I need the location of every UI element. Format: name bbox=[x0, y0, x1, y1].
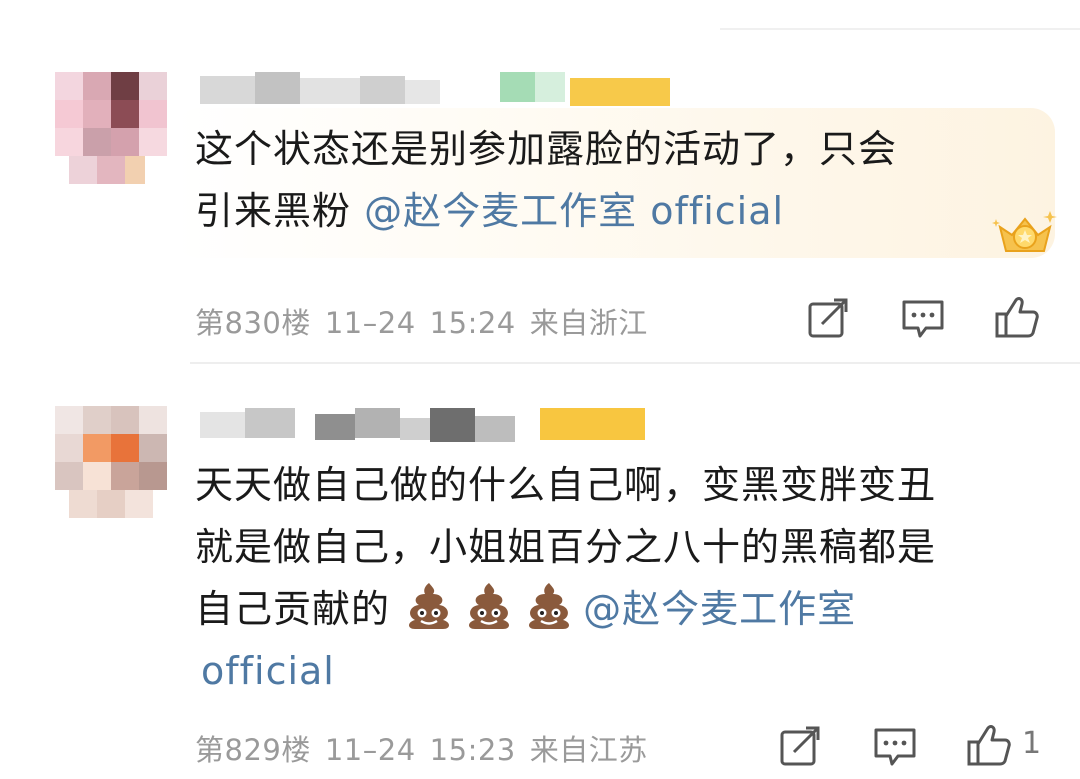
comment-date: 11–24 bbox=[324, 306, 416, 340]
avatar[interactable] bbox=[55, 406, 167, 518]
comment-text-line: 引来黑粉 bbox=[195, 189, 352, 233]
share-icon[interactable] bbox=[778, 724, 824, 770]
comment-text: 天天做自己做的什么自己啊，变黑变胖变丑 就是做自己，小姐姐百分之八十的黑稿都是 … bbox=[195, 454, 936, 702]
comment-text-line: 自己贡献的 bbox=[195, 587, 391, 631]
like-icon[interactable] bbox=[966, 722, 1012, 768]
comment-item: 这个状态还是别参加露脸的活动了，只会 引来黑粉 @赵今麦工作室 official… bbox=[0, 0, 1080, 362]
poop-emoji bbox=[409, 583, 450, 629]
comment-time: 15:24 bbox=[429, 306, 516, 340]
comment-text-line: 这个状态还是别参加露脸的活动了，只会 bbox=[195, 127, 898, 171]
floor-number: 第829楼 bbox=[195, 733, 311, 767]
comment-location: 来自江苏 bbox=[529, 733, 648, 767]
comment-item: 天天做自己做的什么自己啊，变黑变胖变丑 就是做自己，小姐姐百分之八十的黑稿都是 … bbox=[0, 364, 1080, 779]
like-icon[interactable] bbox=[994, 294, 1040, 340]
crown-star-badge-icon bbox=[992, 211, 1057, 252]
floor-number: 第830楼 bbox=[195, 306, 311, 340]
comment-text: 这个状态还是别参加露脸的活动了，只会 引来黑粉 @赵今麦工作室 official bbox=[195, 118, 897, 242]
username-blurred[interactable] bbox=[200, 404, 650, 442]
poop-emoji bbox=[469, 583, 510, 629]
avatar[interactable] bbox=[55, 72, 167, 184]
mention-link[interactable]: @赵今麦工作室 official bbox=[364, 189, 784, 233]
comment-text-line: 天天做自己做的什么自己啊，变黑变胖变丑 bbox=[195, 463, 937, 507]
poop-emoji bbox=[529, 583, 570, 629]
comment-meta: 第830楼 11–24 15:24 来自浙江 bbox=[195, 300, 662, 342]
reply-icon[interactable] bbox=[872, 724, 918, 770]
comment-date: 11–24 bbox=[324, 733, 416, 767]
like-count: 1 bbox=[1022, 726, 1042, 761]
comment-time: 15:23 bbox=[429, 733, 516, 767]
mention-link-continued[interactable]: official bbox=[195, 640, 936, 702]
comment-meta: 第829楼 11–24 15:23 来自江苏 bbox=[195, 727, 662, 769]
comment-text-line: 就是做自己，小姐姐百分之八十的黑稿都是 bbox=[195, 525, 937, 569]
comment-location: 来自浙江 bbox=[529, 306, 648, 340]
reply-icon[interactable] bbox=[900, 296, 946, 342]
share-icon[interactable] bbox=[806, 296, 852, 342]
username-blurred[interactable] bbox=[200, 68, 670, 106]
mention-link[interactable]: @赵今麦工作室 bbox=[583, 587, 856, 631]
